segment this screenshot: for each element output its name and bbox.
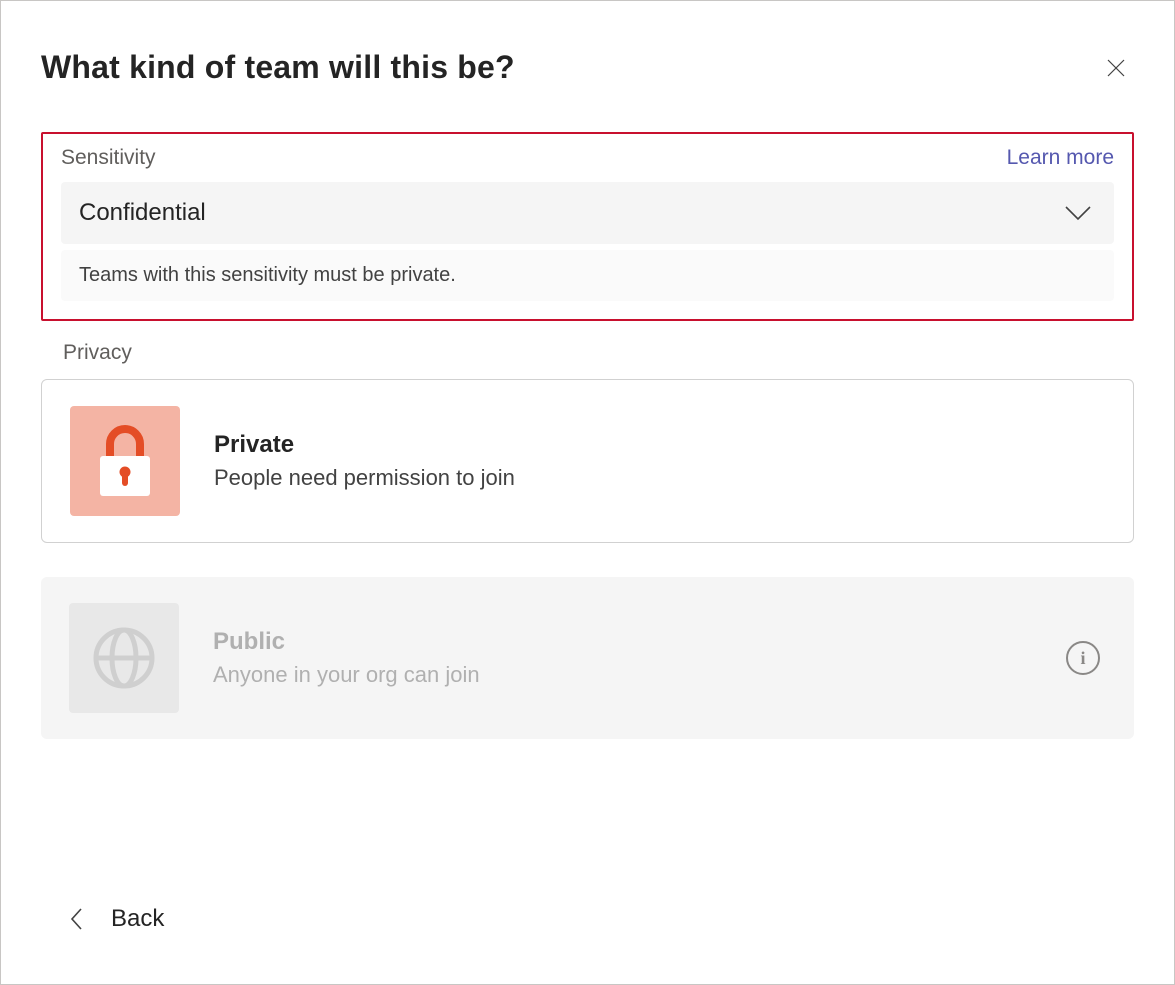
back-label: Back: [111, 905, 164, 933]
sensitivity-label: Sensitivity: [61, 146, 156, 170]
info-icon: i: [1080, 648, 1085, 669]
back-button[interactable]: Back: [69, 905, 164, 933]
sensitivity-header-row: Sensitivity Learn more: [61, 146, 1114, 170]
dialog-footer: Back: [41, 905, 1134, 944]
private-title: Private: [214, 431, 1105, 459]
close-button[interactable]: [1100, 52, 1132, 84]
public-thumb: [69, 603, 179, 713]
private-thumb: [70, 406, 180, 516]
private-desc: People need permission to join: [214, 465, 1105, 491]
chevron-left-icon: [69, 907, 83, 931]
public-desc: Anyone in your org can join: [213, 662, 1032, 688]
sensitivity-hint: Teams with this sensitivity must be priv…: [61, 250, 1114, 301]
close-icon: [1105, 57, 1127, 79]
create-team-dialog: What kind of team will this be? Sensitiv…: [0, 0, 1175, 985]
lock-icon: [90, 422, 160, 500]
public-text: Public Anyone in your org can join: [213, 628, 1032, 688]
sensitivity-select[interactable]: Confidential: [61, 182, 1114, 244]
chevron-down-icon: [1064, 204, 1092, 222]
sensitivity-value: Confidential: [79, 199, 206, 227]
privacy-option-private[interactable]: Private People need permission to join: [41, 379, 1134, 543]
privacy-option-public: Public Anyone in your org can join i: [41, 577, 1134, 739]
privacy-label: Privacy: [63, 341, 1134, 365]
sensitivity-section: Sensitivity Learn more Confidential Team…: [41, 132, 1134, 321]
public-title: Public: [213, 628, 1032, 656]
private-text: Private People need permission to join: [214, 431, 1105, 491]
globe-icon: [89, 623, 159, 693]
dialog-title: What kind of team will this be?: [41, 49, 515, 86]
public-info-button[interactable]: i: [1066, 641, 1100, 675]
learn-more-link[interactable]: Learn more: [1007, 146, 1114, 170]
dialog-header: What kind of team will this be?: [41, 49, 1134, 86]
